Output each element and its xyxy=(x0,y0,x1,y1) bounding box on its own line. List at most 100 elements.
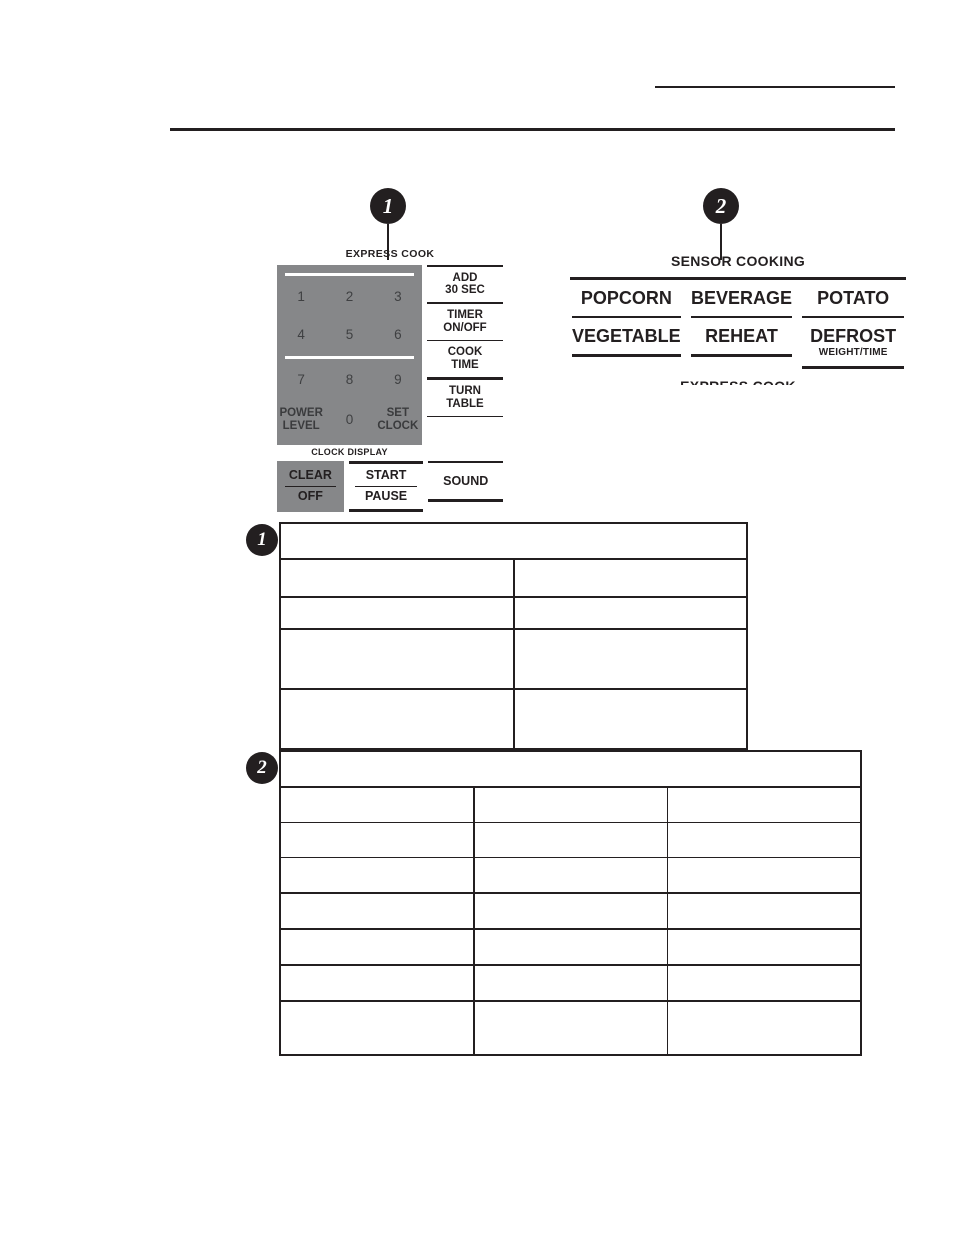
keypad-group: 1 2 3 4 5 6 7 8 9 POWER LEVEL 0 SET CLOC… xyxy=(277,265,422,457)
express-bottom-button-row: CLEAR OFF START PAUSE SOUND xyxy=(277,461,504,512)
key-0[interactable]: 0 xyxy=(325,412,373,427)
express-cook-panel: EXPRESS COOK 1 2 3 4 5 6 7 8 9 POWER LEV… xyxy=(277,248,504,512)
table-2-cell xyxy=(279,786,475,823)
add-30-sec-button[interactable]: ADD 30 SEC xyxy=(427,267,503,303)
table-1-cell xyxy=(512,688,748,750)
table-1-cell xyxy=(279,688,514,750)
table-2-cell xyxy=(472,928,668,966)
table-1-cell xyxy=(512,558,748,598)
key-8[interactable]: 8 xyxy=(325,372,373,387)
vegetable-button[interactable]: VEGETABLE xyxy=(572,318,681,354)
table-2-header-cell xyxy=(279,750,862,788)
table-2-cell xyxy=(279,964,475,1002)
table-2-cell xyxy=(279,857,475,894)
table-2-cell xyxy=(472,964,668,1002)
table-row xyxy=(279,822,862,858)
table-row xyxy=(279,1000,862,1056)
table-1-cell xyxy=(279,558,514,598)
popcorn-label: POPCORN xyxy=(580,288,672,308)
turn-table-button[interactable]: TURN TABLE xyxy=(427,380,503,416)
key-1[interactable]: 1 xyxy=(277,289,325,304)
reheat-button[interactable]: REHEAT xyxy=(691,318,793,354)
table-row xyxy=(279,688,748,750)
table-2-cell xyxy=(666,1000,862,1056)
turn-table-line2: TABLE xyxy=(446,397,484,410)
defrost-label: DEFROST xyxy=(810,326,897,347)
table-row xyxy=(279,786,862,823)
key-set-clock[interactable]: SET CLOCK xyxy=(374,407,422,433)
key-4[interactable]: 4 xyxy=(277,327,325,342)
keypad-row-2: 4 5 6 xyxy=(277,316,422,354)
table-row xyxy=(279,558,748,598)
table-row xyxy=(279,596,748,630)
cook-time-line1: COOK xyxy=(447,346,483,358)
table-2-cell xyxy=(666,928,862,966)
key-power-level[interactable]: POWER LEVEL xyxy=(277,407,325,433)
start-pause-inner: START PAUSE xyxy=(349,464,424,509)
beverage-label: BEVERAGE xyxy=(691,288,793,308)
callout-marker-2: 2 xyxy=(703,188,739,260)
table-1-cell xyxy=(279,596,514,630)
key-9[interactable]: 9 xyxy=(374,372,422,387)
key-7[interactable]: 7 xyxy=(277,372,325,387)
keypad-row-4: POWER LEVEL 0 SET CLOCK xyxy=(277,399,422,441)
defrost-sublabel: WEIGHT/TIME xyxy=(818,347,888,359)
express-cook-caption: EXPRESS COOK xyxy=(345,248,435,260)
key-set-clock-line2: CLOCK xyxy=(377,420,419,432)
key-2[interactable]: 2 xyxy=(325,289,373,304)
clear-off-line2: OFF xyxy=(297,489,323,504)
sensor-column-2: BEVERAGE REHEAT xyxy=(689,280,795,369)
header-rule-long xyxy=(170,128,895,131)
table-2-cell xyxy=(472,892,668,930)
rule-under-vegetable xyxy=(572,354,681,357)
table-2-cell xyxy=(666,786,862,823)
cook-time-button[interactable]: COOK TIME xyxy=(427,341,503,377)
number-keypad[interactable]: 1 2 3 4 5 6 7 8 9 POWER LEVEL 0 SET CLOC… xyxy=(277,265,422,445)
table-2-cell xyxy=(472,857,668,894)
rule-under-reheat xyxy=(690,354,793,357)
key-power-level-line1: POWER xyxy=(279,407,323,420)
sound-button[interactable]: SOUND xyxy=(428,461,504,512)
clear-off-line1: CLEAR xyxy=(288,468,332,482)
key-3[interactable]: 3 xyxy=(374,289,422,304)
sensor-express-cook-clipped-label: EXPRESS COOK xyxy=(570,378,906,385)
keypad-row-1: 1 2 3 xyxy=(277,278,422,316)
table-2-cell xyxy=(279,892,475,930)
sensor-cooking-panel: SENSOR COOKING POPCORN VEGETABLE BEVERAG… xyxy=(570,253,906,385)
table-1-cell xyxy=(279,628,514,690)
header-rule-short xyxy=(655,86,895,88)
potato-button[interactable]: POTATO xyxy=(802,280,904,316)
table-1-header-cell xyxy=(279,522,748,560)
start-pause-line2: PAUSE xyxy=(365,489,408,504)
popcorn-button[interactable]: POPCORN xyxy=(572,280,681,316)
table-2-cell xyxy=(666,857,862,894)
start-pause-button[interactable]: START PAUSE xyxy=(348,461,424,512)
reheat-label: REHEAT xyxy=(705,326,778,347)
sensor-column-1: POPCORN VEGETABLE xyxy=(570,280,683,369)
table-2-cell xyxy=(666,822,862,858)
sound-inner: SOUND xyxy=(443,473,489,488)
table-row xyxy=(279,628,748,690)
key-6[interactable]: 6 xyxy=(374,327,422,342)
document-page: 1 2 EXPRESS COOK 1 2 3 4 5 6 7 8 9 POWER… xyxy=(0,0,954,1235)
start-pause-divider xyxy=(354,485,418,488)
table-row xyxy=(279,857,862,894)
key-power-level-line2: LEVEL xyxy=(282,420,320,432)
turn-table-line1: TURN xyxy=(449,384,481,397)
rule-below-sound xyxy=(428,498,504,502)
timer-on-off-button[interactable]: TIMER ON/OFF xyxy=(427,304,503,340)
defrost-button[interactable]: DEFROST WEIGHT/TIME xyxy=(802,318,904,366)
table-2-badge: 2 xyxy=(246,752,278,784)
sensor-clipped-row: EXPRESS COOK xyxy=(570,369,906,385)
table-2-cell xyxy=(279,1000,475,1056)
clear-off-divider xyxy=(285,485,336,488)
beverage-button[interactable]: BEVERAGE xyxy=(691,280,793,316)
table-row xyxy=(279,522,748,560)
table-2-cell xyxy=(472,1000,668,1056)
express-side-button-stack: ADD 30 SEC TIMER ON/OFF COOK TIME TURN T… xyxy=(427,265,503,427)
table-2-cell xyxy=(279,928,475,966)
clear-off-button[interactable]: CLEAR OFF xyxy=(277,461,344,512)
key-5[interactable]: 5 xyxy=(325,327,373,342)
timer-line1: TIMER xyxy=(447,308,483,321)
table-2 xyxy=(279,750,862,1056)
